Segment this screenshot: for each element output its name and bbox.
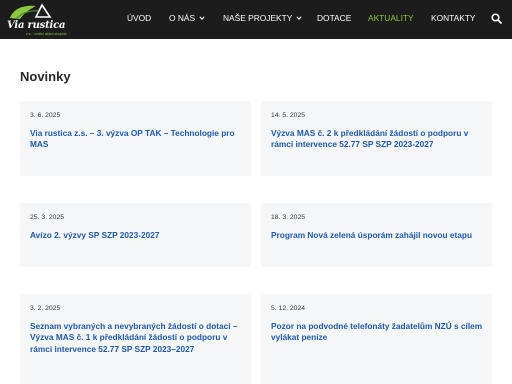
news-date: 14. 5. 2025 — [271, 112, 306, 119]
news-title-link[interactable]: Program Nová zelená úsporám zahájil novo… — [271, 230, 483, 241]
news-date: 18. 3. 2025 — [271, 214, 306, 221]
nav-item-aktuality[interactable]: AKTUALITY — [368, 13, 414, 23]
news-title-link[interactable]: Avízo 2. výzvy SP SZP 2023-2027 — [30, 230, 242, 241]
nav-item-o-nas[interactable]: O NÁS — [169, 13, 205, 23]
nav-item-label: ÚVOD — [127, 13, 152, 23]
news-title-link[interactable]: Výzva MAS č. 2 k předkládání žádostí o p… — [271, 128, 483, 151]
page-title: Novinky — [20, 69, 71, 84]
news-card[interactable]: 14. 5. 2025 Výzva MAS č. 2 k předkládání… — [261, 101, 492, 176]
news-title-link[interactable]: Via rustica z.s. – 3. výzva OP TAK – Tec… — [30, 128, 242, 151]
chevron-down-icon — [199, 16, 205, 21]
nav-item-nase-projekty[interactable]: NAŠE PROJEKTY — [223, 13, 302, 23]
news-card[interactable]: 3. 6. 2025 Via rustica z.s. – 3. výzva O… — [20, 101, 251, 176]
nav-item-label: O NÁS — [169, 13, 196, 23]
nav-item-label: NAŠE PROJEKTY — [223, 13, 293, 23]
search-icon[interactable] — [491, 13, 502, 24]
news-date: 5. 12. 2024 — [271, 305, 306, 312]
nav-item-uvod[interactable]: ÚVOD — [127, 13, 151, 23]
logo-tagline: z.s. · místní akční skupina — [26, 32, 67, 36]
news-card[interactable]: 3. 2. 2025 Seznam vybraných a nevybranýc… — [20, 294, 251, 384]
news-title-link[interactable]: Seznam vybraných a nevybraných žádostí o… — [30, 321, 242, 355]
news-card[interactable]: 25. 3. 2025 Avízo 2. výzvy SP SZP 2023-2… — [20, 203, 251, 267]
news-title-link[interactable]: Pozor na podvodné telefonáty žadatelům N… — [271, 321, 483, 344]
logo-name: Via rustica — [7, 20, 66, 31]
news-card[interactable]: 18. 3. 2025 Program Nová zelená úsporám … — [261, 203, 492, 267]
chevron-down-icon — [296, 16, 302, 21]
news-card[interactable]: 5. 12. 2024 Pozor na podvodné telefonáty… — [261, 294, 492, 384]
nav-item-label: AKTUALITY — [368, 13, 414, 23]
leaf-logo-icon — [10, 3, 52, 20]
nav-item-label: DOTACE — [317, 13, 352, 23]
nav-item-label: KONTAKTY — [431, 13, 476, 23]
news-date: 25. 3. 2025 — [30, 214, 65, 221]
logo[interactable]: Via rustica z.s. · místní akční skupina — [6, 3, 67, 36]
nav-item-dotace[interactable]: DOTACE — [317, 13, 351, 23]
news-date: 3. 2. 2025 — [30, 305, 61, 312]
news-date: 3. 6. 2025 — [30, 112, 61, 119]
nav-item-kontakty[interactable]: KONTAKTY — [431, 13, 476, 23]
site-header: Via rustica z.s. · místní akční skupina … — [0, 0, 512, 39]
